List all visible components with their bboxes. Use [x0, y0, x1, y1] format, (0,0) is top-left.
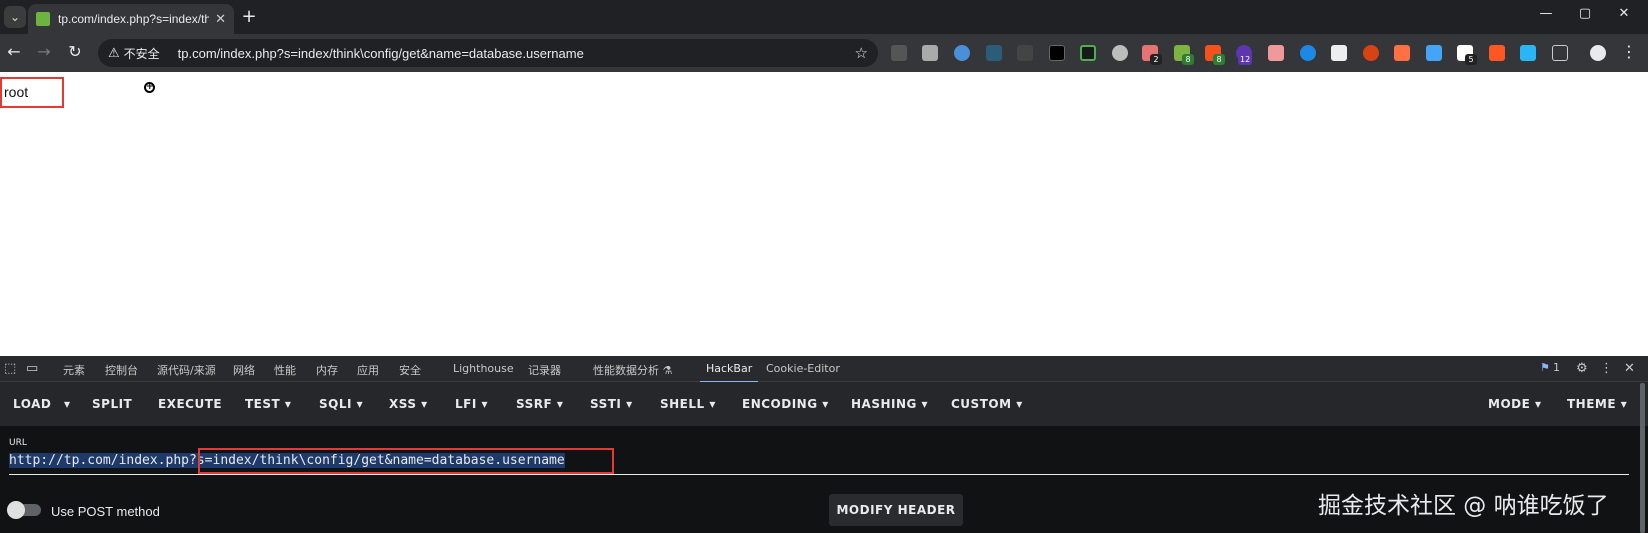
devtools-settings-icon[interactable]: ⚙: [1576, 361, 1588, 376]
tab-sources[interactable]: 源代码/来源: [157, 362, 216, 378]
lfi-menu-button[interactable]: LFI ▾: [455, 397, 488, 411]
devtools-panel: ⬚ ▭ 元素 控制台 源代码/来源 网络 性能 内存 应用 安全 Lightho…: [0, 356, 1648, 533]
extension-7-icon[interactable]: [1080, 45, 1096, 61]
execute-button[interactable]: EXECUTE: [158, 397, 222, 411]
url-label: URL: [9, 438, 27, 448]
extension-8-icon[interactable]: [1112, 45, 1128, 61]
tab-performance[interactable]: 性能: [274, 362, 296, 378]
issues-flag-icon[interactable]: ⚑: [1540, 361, 1550, 374]
modify-header-button[interactable]: MODIFY HEADER: [829, 494, 963, 526]
extension-3-icon[interactable]: [954, 45, 970, 61]
tab-console[interactable]: 控制台: [105, 362, 138, 378]
encoding-menu-button[interactable]: ENCODING ▾: [742, 397, 829, 411]
extension-19-badge: 5: [1465, 54, 1477, 65]
tab-application[interactable]: 应用: [357, 362, 379, 378]
tab-title: tp.com/index.php?s=index/th: [58, 12, 210, 26]
tab-network[interactable]: 网络: [233, 362, 255, 378]
hashing-menu-button[interactable]: HASHING ▾: [851, 397, 928, 411]
warning-icon[interactable]: ⚠: [108, 46, 120, 61]
url-highlight-box: [198, 448, 614, 474]
tab-close-icon[interactable]: ✕: [215, 12, 226, 27]
ssti-menu-button[interactable]: SSTI ▾: [590, 397, 633, 411]
forward-button[interactable]: →: [33, 42, 55, 61]
split-button[interactable]: SPLIT: [92, 397, 132, 411]
tab-security[interactable]: 安全: [399, 362, 421, 378]
back-button[interactable]: ←: [3, 42, 25, 61]
device-toolbar-icon[interactable]: ▭: [26, 361, 38, 376]
issues-count[interactable]: 1: [1553, 361, 1560, 374]
test-menu-button[interactable]: TEST ▾: [245, 397, 291, 411]
url-selected-part: http://tp.com/index.php: [9, 453, 190, 468]
extension-6-icon[interactable]: [1049, 45, 1065, 61]
toggle-knob: [7, 501, 25, 519]
browser-toolbar: ← → ↻ ⚠ 不安全 tp.com/index.php?s=index/thi…: [0, 34, 1648, 72]
tab-recorder[interactable]: 记录器: [528, 362, 561, 378]
load-button[interactable]: LOAD: [13, 397, 51, 411]
cursor-icon: +: [144, 82, 155, 93]
extension-21-icon[interactable]: [1520, 45, 1536, 61]
tab-search-icon[interactable]: ⌄: [4, 6, 26, 28]
new-tab-button[interactable]: +: [238, 6, 260, 27]
page-output: root: [0, 77, 64, 108]
extension-5-icon[interactable]: [1017, 45, 1033, 61]
extension-17-icon[interactable]: [1394, 45, 1410, 61]
hackbar-menu: LOAD ▾ SPLIT EXECUTE TEST ▾ SQLI ▾ XSS ▾…: [0, 382, 1648, 426]
xss-menu-button[interactable]: XSS ▾: [389, 397, 428, 411]
tab-cookie-editor[interactable]: Cookie-Editor: [766, 362, 840, 375]
load-dropdown-button[interactable]: ▾: [64, 397, 71, 411]
site-favicon-icon: [36, 12, 50, 26]
sqli-menu-button[interactable]: SQLI ▾: [319, 397, 363, 411]
address-bar[interactable]: ⚠ 不安全 tp.com/index.php?s=index/think\con…: [98, 39, 878, 67]
extensions-puzzle-icon[interactable]: [1552, 45, 1568, 61]
tab-hackbar[interactable]: HackBar: [699, 362, 759, 383]
close-window-button[interactable]: ✕: [1612, 6, 1636, 21]
theme-menu-button[interactable]: THEME ▾: [1567, 397, 1627, 411]
address-text[interactable]: tp.com/index.php?s=index/think\config/ge…: [178, 46, 855, 61]
browser-tab[interactable]: tp.com/index.php?s=index/th ✕: [28, 4, 234, 34]
security-status[interactable]: 不安全: [124, 45, 168, 62]
profile-avatar-icon[interactable]: [1590, 45, 1606, 61]
tab-performance-insights[interactable]: 性能数据分析 ⚗: [593, 362, 672, 378]
tab-elements[interactable]: 元素: [63, 362, 85, 378]
shell-menu-button[interactable]: SHELL ▾: [660, 397, 716, 411]
page-content: root +: [0, 72, 1648, 356]
tab-lighthouse[interactable]: Lighthouse: [453, 362, 514, 375]
browser-menu-icon[interactable]: ⋮: [1618, 42, 1640, 61]
hackbar-scrollbar[interactable]: [1640, 383, 1645, 533]
extension-11-badge: 8: [1213, 54, 1225, 65]
extension-16-icon[interactable]: [1363, 45, 1379, 61]
devtools-more-icon[interactable]: ⋮: [1600, 361, 1613, 376]
inspect-element-icon[interactable]: ⬚: [4, 361, 16, 376]
extension-20-icon[interactable]: [1489, 45, 1505, 61]
restore-button[interactable]: ▢: [1573, 6, 1597, 21]
watermark: 掘金技术社区 @ 呐谁吃饭了: [1318, 493, 1609, 519]
tab-memory[interactable]: 内存: [316, 362, 338, 378]
mode-menu-button[interactable]: MODE ▾: [1488, 397, 1542, 411]
devtools-close-icon[interactable]: ✕: [1624, 361, 1635, 376]
post-method-label: Use POST method: [51, 504, 160, 519]
bookmark-star-icon[interactable]: ☆: [855, 44, 868, 62]
extension-13-icon[interactable]: [1268, 45, 1284, 61]
extension-18-icon[interactable]: [1426, 45, 1442, 61]
extension-9-badge: 2: [1150, 54, 1162, 65]
extension-1-icon[interactable]: [891, 45, 907, 61]
url-input-underline: [9, 474, 1629, 475]
reload-button[interactable]: ↻: [64, 42, 86, 61]
ssrf-menu-button[interactable]: SSRF ▾: [516, 397, 563, 411]
custom-menu-button[interactable]: CUSTOM ▾: [951, 397, 1023, 411]
devtools-tab-bar: ⬚ ▭ 元素 控制台 源代码/来源 网络 性能 内存 应用 安全 Lightho…: [0, 356, 1648, 383]
extension-2-icon[interactable]: [922, 45, 938, 61]
minimize-button[interactable]: —: [1534, 6, 1558, 21]
extension-4-icon[interactable]: [986, 45, 1002, 61]
extension-10-badge: 8: [1182, 54, 1194, 65]
extension-15-icon[interactable]: [1331, 45, 1347, 61]
tab-strip: ⌄ tp.com/index.php?s=index/th ✕ + — ▢ ✕: [0, 0, 1648, 34]
extension-12-badge: 12: [1238, 54, 1253, 65]
post-method-toggle[interactable]: [7, 501, 41, 519]
extension-14-icon[interactable]: [1300, 45, 1316, 61]
